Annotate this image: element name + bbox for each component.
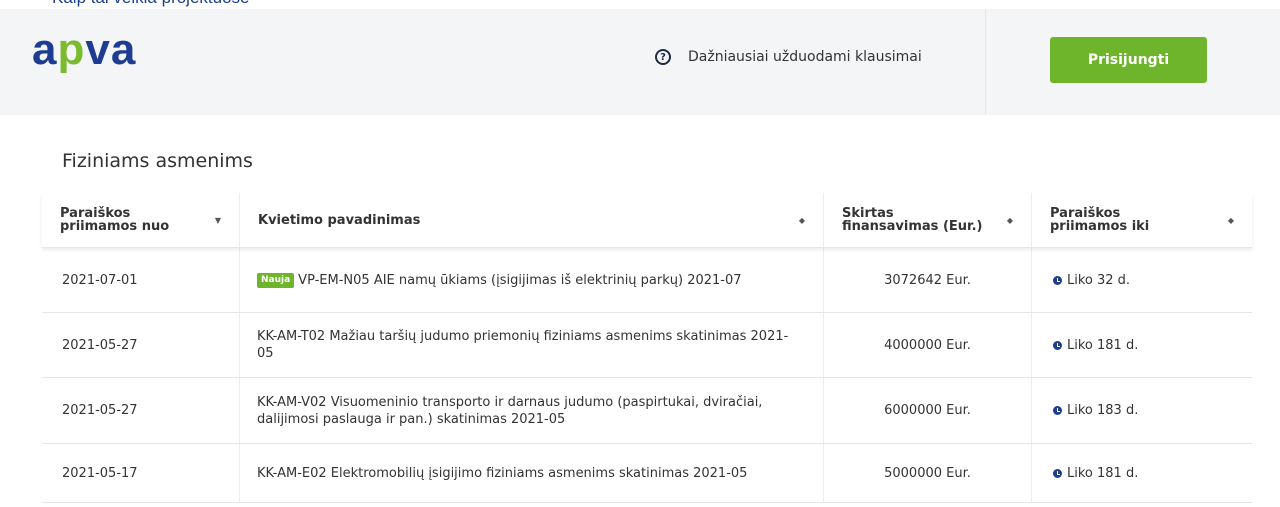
funding-cell: 5000000 Eur. [824, 444, 1032, 502]
funding-cell: 3072642 Eur. [824, 248, 1032, 312]
header-label: Paraiškos priimamos iki [1050, 206, 1150, 234]
header-label: Skirtas finansavimas (Eur.) [842, 206, 983, 234]
sort-icon: ◆ [798, 215, 805, 225]
clock-icon [1053, 406, 1062, 415]
clock-icon [1053, 468, 1062, 478]
deadline-cell: Liko 183 d. [1032, 378, 1252, 443]
call-name: KK-AM-E02 Elektromobilių įsigijimo fizin… [257, 465, 748, 481]
apva-logo[interactable]: apva [32, 25, 136, 75]
funding-cell: 4000000 Eur. [824, 313, 1032, 377]
top-strip: Kaip tai veikia projektuose [0, 0, 1280, 9]
date-from-cell: 2021-05-27 [42, 313, 240, 377]
deadline-text: Liko 181 d. [1067, 465, 1139, 481]
header-date-from[interactable]: Paraiškos priimamos nuo ▼ [42, 193, 240, 247]
faq-label: Dažniausiai užduodami klausimai [688, 49, 922, 65]
header-label: Paraiškos priimamos nuo [60, 206, 170, 234]
sort-desc-icon: ▼ [214, 215, 221, 225]
call-name: KK-AM-V02 Visuomeninio transporto ir dar… [257, 394, 763, 427]
deadline-text: Liko 32 d. [1067, 272, 1131, 288]
clock-icon [1053, 340, 1062, 350]
calls-table: Paraiškos priimamos nuo ▼ Kvietimo pavad… [42, 193, 1252, 503]
date-from-cell: 2021-05-17 [42, 444, 240, 502]
header-date-until[interactable]: Paraiškos priimamos iki ◆ [1032, 193, 1252, 247]
table-row[interactable]: 2021-05-27 KK-AM-V02 Visuomeninio transp… [42, 378, 1252, 444]
table-row[interactable]: 2021-05-27 KK-AM-T02 Mažiau taršių judum… [42, 313, 1252, 378]
date-from-cell: 2021-05-27 [42, 378, 240, 443]
header-call-name[interactable]: Kvietimo pavadinimas ◆ [240, 193, 824, 247]
header-funding[interactable]: Skirtas finansavimas (Eur.) ◆ [824, 193, 1032, 247]
funding-cell: 6000000 Eur. [824, 378, 1032, 443]
faq-link[interactable]: ? Dažniausiai užduodami klausimai [655, 49, 922, 65]
top-strip-text: Kaip tai veikia projektuose [52, 0, 250, 8]
clock-icon [1053, 275, 1062, 285]
call-name-cell[interactable]: KK-AM-E02 Elektromobilių įsigijimo fizin… [240, 444, 824, 502]
section-title: Fiziniams asmenims [62, 150, 253, 172]
date-from-cell: 2021-07-01 [42, 248, 240, 312]
call-name-cell[interactable]: Nauja VP-EM-N05 AIE namų ūkiams (įsigijim… [240, 248, 824, 312]
call-name-cell[interactable]: KK-AM-V02 Visuomeninio transporto ir dar… [240, 378, 824, 443]
call-name: VP-EM-N05 AIE namų ūkiams (įsigijimas iš… [298, 272, 742, 288]
new-badge: Nauja [257, 272, 295, 288]
deadline-cell: Liko 181 d. [1032, 313, 1252, 377]
deadline-cell: Liko 32 d. [1032, 248, 1252, 312]
table-row[interactable]: 2021-07-01 Nauja VP-EM-N05 AIE namų ūkiam… [42, 248, 1252, 313]
sort-icon: ◆ [1006, 215, 1013, 225]
question-circle-icon: ? [655, 49, 671, 65]
header-divider [985, 9, 986, 115]
login-button[interactable]: Prisijungti [1050, 37, 1207, 83]
table-header: Paraiškos priimamos nuo ▼ Kvietimo pavad… [42, 193, 1252, 248]
header-label: Kvietimo pavadinimas [258, 212, 421, 228]
table-row[interactable]: 2021-05-17 KK-AM-E02 Elektromobilių įsig… [42, 444, 1252, 503]
call-name-cell[interactable]: KK-AM-T02 Mažiau taršių judumo priemonių… [240, 313, 824, 377]
sort-icon: ◆ [1227, 215, 1234, 225]
deadline-text: Liko 181 d. [1067, 337, 1139, 353]
deadline-text: Liko 183 d. [1067, 403, 1139, 418]
site-header: apva ? Dažniausiai užduodami klausimai P… [0, 9, 1280, 115]
deadline-cell: Liko 181 d. [1032, 444, 1252, 502]
call-name: KK-AM-T02 Mažiau taršių judumo priemonių… [257, 329, 789, 361]
